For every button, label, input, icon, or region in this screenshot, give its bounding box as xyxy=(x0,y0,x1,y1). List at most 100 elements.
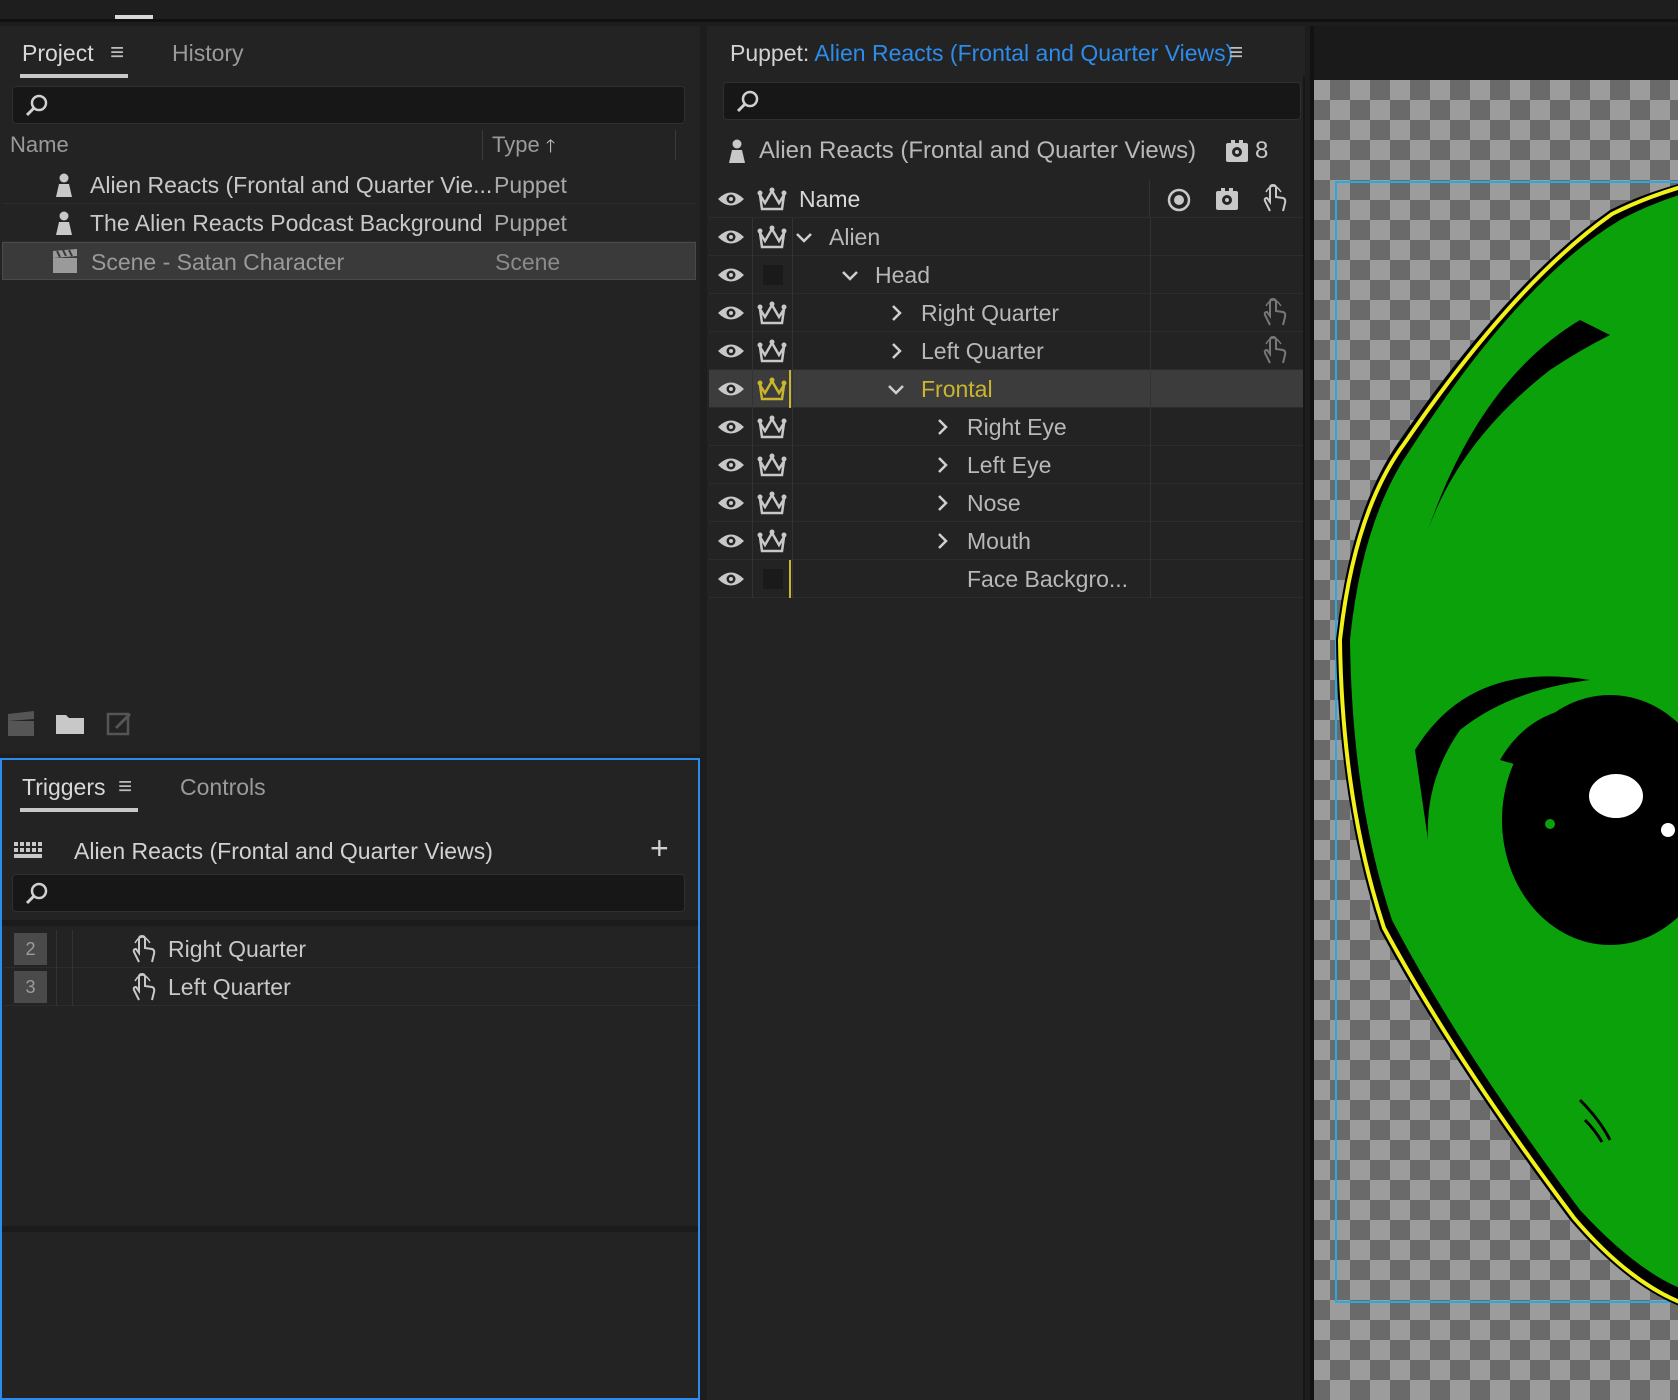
independent-toggle[interactable] xyxy=(753,218,793,256)
empty-crown-slot xyxy=(763,265,783,285)
layer-name-cell[interactable]: Right Quarter xyxy=(793,294,1151,332)
column-divider[interactable] xyxy=(482,130,483,160)
layer-row[interactable]: Right Eye xyxy=(709,408,1305,446)
independent-toggle[interactable] xyxy=(753,560,793,598)
layer-name-cell[interactable]: Frontal xyxy=(793,370,1151,408)
layer-name-cell[interactable]: Left Quarter xyxy=(793,332,1151,370)
independent-toggle[interactable] xyxy=(753,522,793,560)
tab-history[interactable]: History xyxy=(172,40,244,66)
divider xyxy=(2,1226,698,1232)
visibility-toggle[interactable] xyxy=(709,408,753,446)
column-divider xyxy=(56,968,57,1006)
puppet-panel-menu-icon[interactable]: ≡ xyxy=(1229,40,1243,66)
visibility-toggle[interactable] xyxy=(709,256,753,294)
layer-name-cell[interactable]: Face Backgro... xyxy=(793,560,1151,598)
behaviors-icon[interactable] xyxy=(1225,139,1249,163)
layer-row[interactable]: Head xyxy=(709,256,1305,294)
puppet-title-name[interactable]: Alien Reacts (Frontal and Quarter Views) xyxy=(814,40,1233,66)
visibility-toggle[interactable] xyxy=(709,370,753,408)
layer-name: Frontal xyxy=(921,376,993,402)
origin-icon[interactable] xyxy=(1167,188,1191,212)
layer-row[interactable]: Left Quarter xyxy=(709,332,1305,370)
independent-toggle[interactable] xyxy=(753,294,793,332)
visibility-toggle[interactable] xyxy=(709,332,753,370)
independent-toggle[interactable] xyxy=(753,332,793,370)
behaviors-icon[interactable] xyxy=(1215,187,1239,211)
sort-ascending-icon: 🡑 xyxy=(545,136,556,156)
chevron-right-icon[interactable] xyxy=(937,456,949,474)
alien-artwork[interactable] xyxy=(1310,80,1678,1400)
chevron-right-icon[interactable] xyxy=(937,418,949,436)
visibility-toggle[interactable] xyxy=(709,294,753,332)
tab-controls[interactable]: Controls xyxy=(180,774,266,800)
layer-name: Face Backgro... xyxy=(967,566,1129,592)
project-item-satan-scene[interactable]: Scene - Satan Character Scene xyxy=(2,242,696,280)
layer-row[interactable]: Mouth xyxy=(709,522,1305,560)
triggers-search[interactable] xyxy=(12,874,685,912)
layer-name-cell[interactable]: Left Eye xyxy=(793,446,1151,484)
visibility-eye-icon[interactable] xyxy=(717,190,745,208)
chevron-down-icon[interactable] xyxy=(795,232,813,244)
chevron-down-icon[interactable] xyxy=(841,270,859,282)
project-item-type: Puppet xyxy=(494,172,567,198)
eye-icon xyxy=(717,304,745,322)
layer-row[interactable]: Left Eye xyxy=(709,446,1305,484)
hand-pointer-icon[interactable] xyxy=(1261,298,1287,328)
visibility-toggle[interactable] xyxy=(709,218,753,256)
puppet-panel-title[interactable]: Puppet: Alien Reacts (Frontal and Quarte… xyxy=(730,38,1233,68)
layer-row[interactable]: Face Backgro... xyxy=(709,560,1305,598)
crown-icon[interactable] xyxy=(757,187,787,211)
new-folder-icon[interactable] xyxy=(54,712,86,736)
search-icon xyxy=(25,94,48,117)
eye-icon xyxy=(717,228,745,246)
puppet-search[interactable] xyxy=(723,82,1301,120)
trigger-item-right-quarter[interactable]: 2 Right Quarter xyxy=(4,930,698,968)
workspace-tab-indicator[interactable] xyxy=(115,15,153,19)
visibility-toggle[interactable] xyxy=(709,484,753,522)
hand-pointer-icon[interactable] xyxy=(1261,336,1287,366)
chevron-right-icon[interactable] xyxy=(891,342,903,360)
visibility-toggle[interactable] xyxy=(709,446,753,484)
visibility-toggle[interactable] xyxy=(709,560,753,598)
column-header-type[interactable]: Type 🡑 xyxy=(492,130,555,161)
chevron-right-icon[interactable] xyxy=(891,304,903,322)
visibility-toggle[interactable] xyxy=(709,522,753,560)
new-scene-icon[interactable] xyxy=(6,710,36,738)
triggers-search-input[interactable] xyxy=(61,881,598,904)
crown-icon xyxy=(757,225,787,249)
trigger-item-left-quarter[interactable]: 3 Left Quarter xyxy=(4,968,698,1006)
project-item-podcast-background[interactable]: The Alien Reacts Podcast Background Pupp… xyxy=(2,204,696,242)
independent-toggle[interactable] xyxy=(753,484,793,522)
crown-icon xyxy=(757,491,787,515)
add-trigger-icon[interactable]: + xyxy=(650,830,669,867)
layer-name-cell[interactable]: Nose xyxy=(793,484,1151,522)
layer-name-cell[interactable]: Right Eye xyxy=(793,408,1151,446)
scene-canvas-panel[interactable] xyxy=(1310,26,1678,1400)
layer-row[interactable]: Frontal xyxy=(709,370,1305,408)
project-item-alien-reacts[interactable]: Alien Reacts (Frontal and Quarter Vie...… xyxy=(2,166,696,204)
puppet-search-input[interactable] xyxy=(772,89,1233,112)
column-header-name[interactable]: Name xyxy=(10,130,69,160)
project-search-input[interactable] xyxy=(61,93,598,116)
layer-row[interactable]: Alien xyxy=(709,218,1305,256)
layer-name-cell[interactable]: Alien xyxy=(793,218,1151,256)
hand-pointer-icon[interactable] xyxy=(1261,184,1287,214)
project-panel-menu-icon[interactable]: ≡ xyxy=(110,40,124,66)
chevron-down-icon[interactable] xyxy=(887,384,905,396)
column-divider xyxy=(1149,180,1150,218)
edit-icon[interactable] xyxy=(106,710,134,738)
tab-project[interactable]: Project xyxy=(22,40,94,66)
independent-toggle[interactable] xyxy=(753,408,793,446)
triggers-panel-menu-icon[interactable]: ≡ xyxy=(118,774,132,800)
layer-row[interactable]: Nose xyxy=(709,484,1305,522)
layer-name-cell[interactable]: Head xyxy=(793,256,1151,294)
independent-toggle[interactable] xyxy=(753,256,793,294)
chevron-right-icon[interactable] xyxy=(937,532,949,550)
layer-row[interactable]: Right Quarter xyxy=(709,294,1305,332)
independent-toggle[interactable] xyxy=(753,370,793,408)
chevron-right-icon[interactable] xyxy=(937,494,949,512)
independent-toggle[interactable] xyxy=(753,446,793,484)
tab-triggers[interactable]: Triggers xyxy=(22,774,106,800)
layer-name-cell[interactable]: Mouth xyxy=(793,522,1151,560)
project-search[interactable] xyxy=(12,86,685,124)
